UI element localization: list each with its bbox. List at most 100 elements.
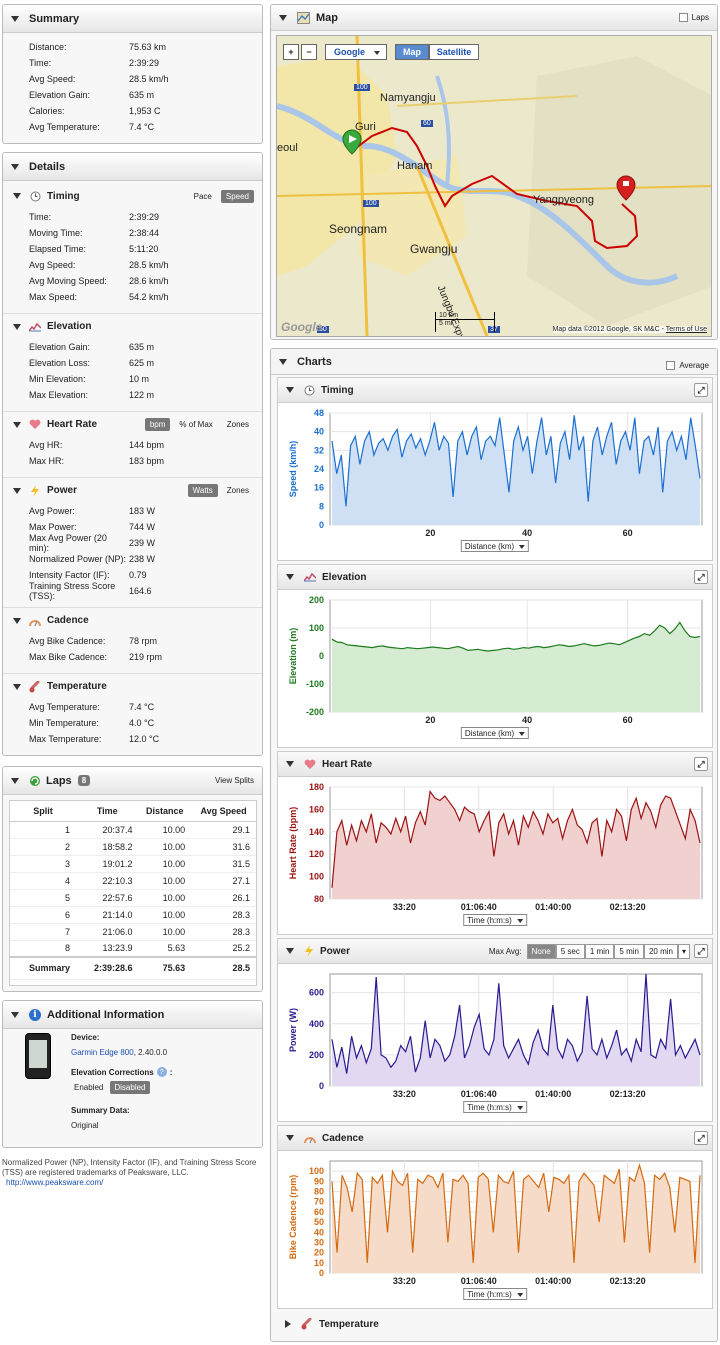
terms-link[interactable]: Terms of Use [666,326,707,333]
map-header[interactable]: Map Laps [271,5,717,31]
chart-svg[interactable]: 0 200 400 600 33:20 01:06:40 01:40:00 02:13:20 P… [278,964,712,1122]
collapse-arrow-icon[interactable] [13,421,21,428]
stat-label: Max Temperature: [29,734,102,744]
enabled-toggle[interactable]: Enabled [71,1081,106,1094]
power-zones-toggle[interactable]: Zones [222,484,254,497]
expand-chart-icon[interactable]: ⤢ [694,570,708,584]
collapse-arrow-icon[interactable] [13,617,21,624]
peaksware-link[interactable]: http://www.peaksware.com/ [6,1178,103,1187]
collapse-arrow-icon[interactable] [11,163,19,170]
laps-column-header[interactable]: Time [76,801,139,822]
speed-toggle[interactable]: Speed [220,189,254,203]
collapse-arrow-icon[interactable] [11,1011,19,1018]
device-link[interactable]: Garmin Edge 800 [71,1048,134,1057]
chart-svg[interactable]: 80 100 120 140 160 180 33:20 01:06:40 01:40:00 02… [278,777,712,935]
cadence-section-header[interactable]: Cadence [3,607,262,633]
y-tick-label: 10 [314,1258,324,1268]
stat-value: 28.6 km/h [129,276,169,286]
collapse-arrow-icon[interactable] [11,15,19,22]
collapse-arrow-icon[interactable] [279,358,287,365]
average-checkbox[interactable] [666,361,676,370]
expand-chart-icon[interactable]: ⤢ [694,757,708,771]
timing-section-header[interactable]: Timing Pace Speed [3,183,262,209]
x-axis-select[interactable]: Distance (km) [460,540,530,552]
collapse-arrow-icon[interactable] [286,948,294,954]
collapse-arrow-icon[interactable] [13,683,21,690]
expand-chart-icon[interactable]: ⤢ [694,1131,708,1145]
details-title: Details [29,160,66,173]
max-avg-option[interactable]: None [526,943,556,959]
collapse-arrow-icon[interactable] [13,487,21,494]
collapse-arrow-icon[interactable] [286,1135,294,1141]
summary-header[interactable]: Summary [3,5,262,33]
expand-arrow-icon[interactable] [285,1320,291,1328]
chart-svg[interactable]: 0102030405060708090100 33:20 01:06:40 01:40… [278,1151,712,1309]
max-avg-option[interactable]: 5 sec [555,943,585,959]
chart-header[interactable]: Heart Rate ⤢ [277,751,713,777]
disabled-toggle[interactable]: Disabled [110,1081,150,1094]
satellite-type-button[interactable]: Satellite [429,44,479,60]
chart-header[interactable]: Cadence ⤢ [277,1125,713,1151]
bpm-toggle[interactable]: bpm [144,418,171,431]
chart-header[interactable]: Timing ⤢ [277,377,713,403]
y-tick-label: 30 [314,1237,324,1247]
additional-info-header[interactable]: i Additional Information [3,1001,262,1029]
table-row: 8 13:23.9 5.63 25.2 [10,940,256,958]
y-tick-label: 32 [314,445,324,455]
x-axis-select[interactable]: Time (h:m:s) [463,914,527,926]
collapse-arrow-icon[interactable] [13,323,21,330]
expand-chart-icon[interactable]: ⤢ [694,383,708,397]
x-axis-select[interactable]: Time (h:m:s) [463,1288,527,1300]
laps-column-header[interactable]: Avg Speed [191,801,256,822]
laps-column-header[interactable]: Split [10,801,76,822]
temperature-section-header[interactable]: Temperature [3,673,262,699]
chart-block-power: Power Max Avg: None 5 sec 1 min 5 min 20 min ▾ ⤢… [277,938,713,1122]
max-avg-option[interactable]: 20 min [643,943,678,959]
map-view[interactable]: Namyangju Guri Hanam Yangpyeong Seongnam… [276,35,712,337]
zoom-out-button[interactable]: − [301,44,317,60]
pct-max-toggle[interactable]: % of Max [174,418,217,431]
stat-value: 164.6 [129,586,152,596]
stat-label: Calories: [29,106,65,116]
map-provider-select[interactable]: Google [325,44,387,60]
heartrate-section-header[interactable]: Heart Rate bpm% of Max Zones [3,411,262,437]
table-cell: 8 [10,940,76,958]
chart-svg[interactable]: -200 -100 0 100 200 20 40 60 Elevation (m) [278,590,712,748]
help-icon[interactable]: ? [156,1067,167,1077]
table-cell: 5.63 [138,940,192,958]
chart-svg[interactable]: 0 8 16 24 32 40 48 20 40 60 Speed (km/h) [278,403,712,561]
chart-header[interactable]: Power Max Avg: None 5 sec 1 min 5 min 20 min ▾ ⤢ [277,938,713,964]
table-cell: 22:10.3 [76,872,139,890]
x-axis-select[interactable]: Time (h:m:s) [463,1101,527,1113]
map-type-button[interactable]: Map [395,44,429,60]
laps-header[interactable]: Laps 8 View Splits [3,767,262,795]
max-avg-option[interactable]: 5 min [614,943,644,959]
collapse-arrow-icon[interactable] [286,574,294,580]
view-splits-link[interactable]: View Splits [215,776,254,785]
stat-row: Time: 2:39:29 [3,209,262,225]
chevron-down-icon[interactable]: ▾ [677,943,690,959]
hr-zones-toggle[interactable]: Zones [222,418,254,431]
laps-column-header[interactable]: Distance [138,801,192,822]
details-header[interactable]: Details [3,153,262,181]
pace-toggle[interactable]: Pace [189,190,217,203]
charts-header[interactable]: Charts [271,349,717,375]
zoom-in-button[interactable]: + [283,44,299,60]
max-avg-option[interactable]: 1 min [584,943,615,959]
collapse-arrow-icon[interactable] [13,193,21,199]
stat-value: 10 m [129,374,150,384]
watts-toggle[interactable]: Watts [187,484,218,497]
expand-chart-icon[interactable]: ⤢ [694,944,708,958]
chart-header[interactable]: Elevation ⤢ [277,564,713,590]
collapse-arrow-icon[interactable] [279,14,287,21]
x-axis-select[interactable]: Distance (km) [460,727,530,739]
google-logo: Google [281,320,323,334]
laps-checkbox[interactable] [678,13,688,22]
collapse-arrow-icon[interactable] [286,761,294,767]
elevation-section-header[interactable]: Elevation [3,313,262,339]
map-canvas[interactable] [277,36,712,337]
power-section-header[interactable]: Power Watts Zones [3,477,262,503]
collapse-arrow-icon[interactable] [11,777,19,784]
temperature-chart-header[interactable]: Temperature [277,1311,713,1337]
collapse-arrow-icon[interactable] [286,387,294,393]
